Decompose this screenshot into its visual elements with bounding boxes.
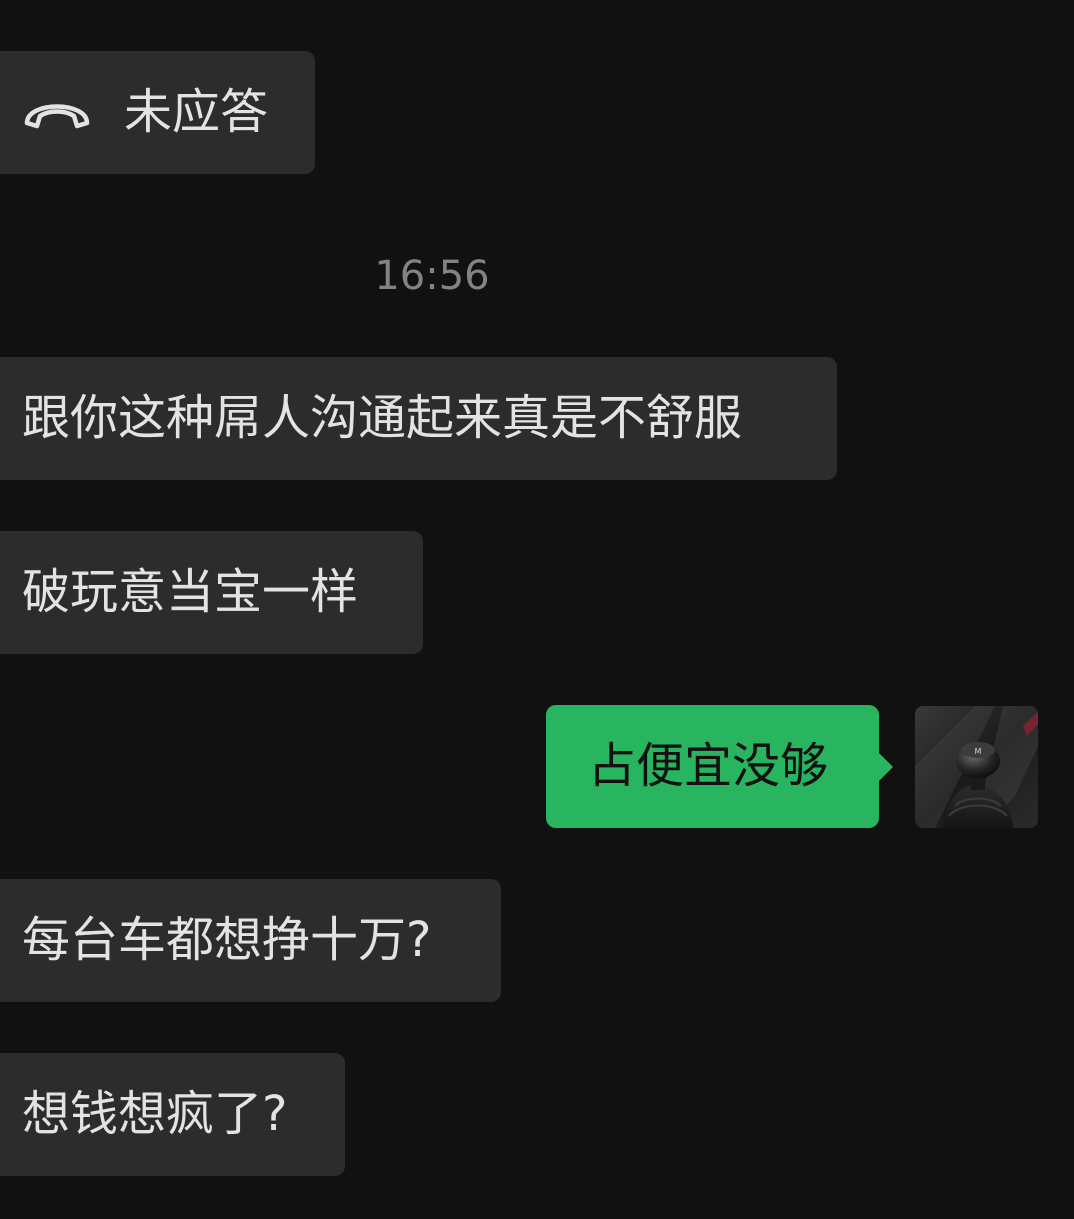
message-text: 跟你这种屌人沟通起来真是不舒服	[22, 390, 743, 446]
message-text: 每台车都想挣十万?	[22, 912, 432, 968]
incoming-message-bubble[interactable]: 每台车都想挣十万?	[0, 879, 501, 1002]
user-avatar[interactable]: M	[915, 706, 1038, 828]
message-text: 占便宜没够	[588, 738, 829, 794]
phone-hangup-icon	[24, 104, 90, 129]
incoming-message-bubble[interactable]: 破玩意当宝一样	[0, 531, 423, 654]
gear-shifter-avatar: M	[915, 706, 1038, 828]
incoming-message-bubble[interactable]: 跟你这种屌人沟通起来真是不舒服	[0, 357, 837, 480]
svg-text:M: M	[975, 747, 982, 756]
incoming-message-bubble[interactable]: 想钱想疯了?	[0, 1053, 345, 1176]
message-timestamp: 16:56	[374, 253, 490, 299]
outgoing-message-bubble[interactable]: 占便宜没够	[546, 705, 893, 828]
message-text: 破玩意当宝一样	[22, 564, 359, 620]
message-text: 想钱想疯了?	[22, 1086, 288, 1142]
missed-call-label: 未应答	[124, 84, 269, 140]
missed-call-message[interactable]: 未应答	[0, 51, 315, 174]
